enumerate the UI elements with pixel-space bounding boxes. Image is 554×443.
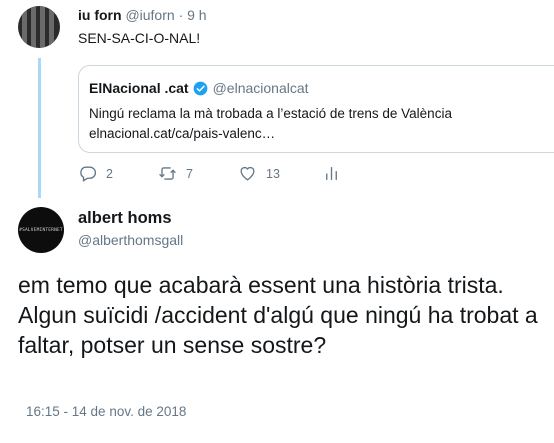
like-button[interactable]: 13 bbox=[238, 164, 280, 183]
quoted-tweet-header: ElNacional .cat @elnacionalcat bbox=[89, 80, 309, 96]
tweet-header: iu forn @iuforn · 9 h bbox=[78, 7, 207, 23]
quoted-link-text[interactable]: elnacional.cat/ca/pais-valenc… bbox=[89, 124, 452, 144]
tweet-actions: 2 7 13 bbox=[78, 164, 378, 188]
analytics-icon bbox=[326, 167, 337, 180]
quoted-text-line: Ningú reclama la mà trobada a l’estació … bbox=[89, 106, 452, 121]
quoted-tweet-card[interactable]: ElNacional .cat @elnacionalcat Ningú rec… bbox=[78, 65, 554, 153]
reply-count: 2 bbox=[106, 166, 113, 181]
display-name[interactable]: iu forn bbox=[78, 7, 122, 23]
user-handle[interactable]: @alberthomsgall bbox=[78, 232, 183, 248]
retweet-button[interactable]: 7 bbox=[158, 164, 193, 183]
avatar[interactable]: #SALVEMINTERNET bbox=[18, 207, 64, 253]
heart-icon bbox=[240, 166, 255, 181]
display-name[interactable]: albert homs bbox=[78, 209, 172, 228]
quoted-tweet-text: Ningú reclama la mà trobada a l’estació … bbox=[89, 104, 452, 144]
reply-icon bbox=[80, 166, 97, 182]
like-count: 13 bbox=[266, 166, 280, 181]
tweet-timestamp[interactable]: 16:15 - 14 de nov. de 2018 bbox=[26, 404, 186, 419]
avatar-text: #SALVEMINTERNET bbox=[19, 227, 63, 233]
quoted-display-name: ElNacional .cat bbox=[89, 80, 189, 96]
avatar[interactable] bbox=[18, 6, 60, 48]
retweet-icon bbox=[159, 167, 176, 180]
analytics-button[interactable] bbox=[322, 164, 350, 183]
retweet-count: 7 bbox=[186, 166, 193, 181]
verified-badge-icon bbox=[193, 81, 207, 95]
thread-connector-line bbox=[38, 58, 41, 198]
tweet-text: SEN-SA-CI-O-NAL! bbox=[78, 30, 201, 46]
tweet-time[interactable]: 9 h bbox=[187, 7, 206, 23]
separator-dot: · bbox=[178, 7, 184, 23]
quoted-user-handle: @elnacionalcat bbox=[212, 80, 309, 96]
user-handle[interactable]: @iuforn bbox=[125, 7, 174, 23]
reply-button[interactable]: 2 bbox=[78, 164, 113, 183]
tweet-text: em temo que acabarà essent una història … bbox=[18, 272, 538, 358]
